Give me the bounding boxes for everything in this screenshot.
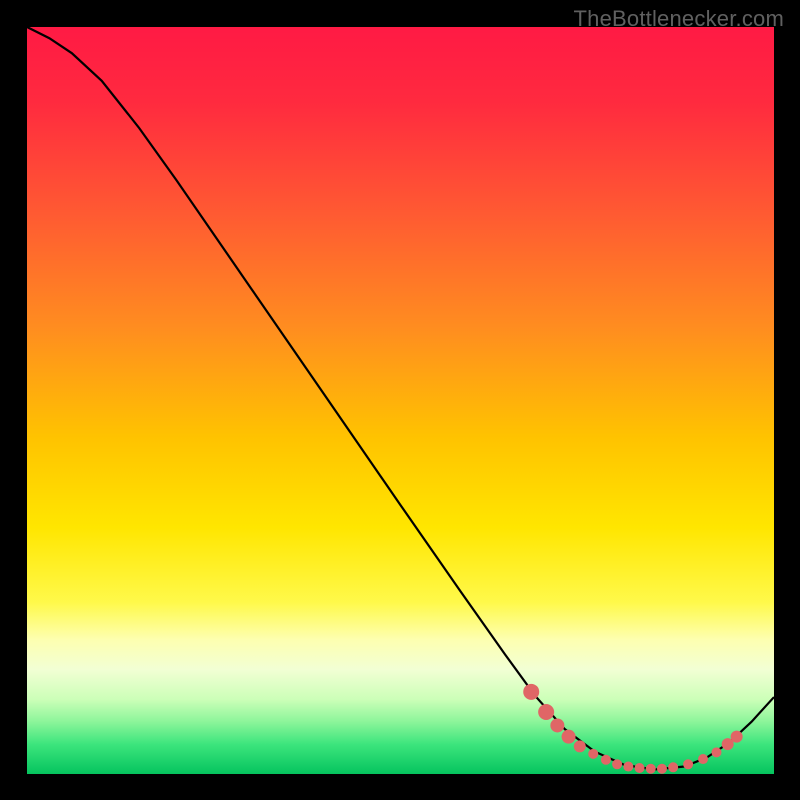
marker-dot	[601, 755, 611, 765]
chart-svg	[0, 0, 800, 800]
marker-dot	[523, 684, 539, 700]
marker-dot	[574, 740, 586, 752]
marker-dot	[646, 764, 656, 774]
marker-dot	[698, 754, 708, 764]
chart-container: TheBottlenecker.com	[0, 0, 800, 800]
watermark-text: TheBottlenecker.com	[574, 6, 784, 32]
marker-dot	[588, 749, 598, 759]
marker-dot	[550, 718, 564, 732]
marker-dot	[683, 759, 693, 769]
marker-dot	[612, 759, 622, 769]
marker-dot	[623, 762, 633, 772]
marker-dot	[657, 764, 667, 774]
marker-dot	[711, 747, 721, 757]
plot-background	[27, 27, 774, 774]
marker-dot	[538, 704, 554, 720]
marker-dot	[668, 762, 678, 772]
marker-dot	[562, 730, 576, 744]
marker-dot	[731, 731, 743, 743]
marker-dot	[635, 763, 645, 773]
